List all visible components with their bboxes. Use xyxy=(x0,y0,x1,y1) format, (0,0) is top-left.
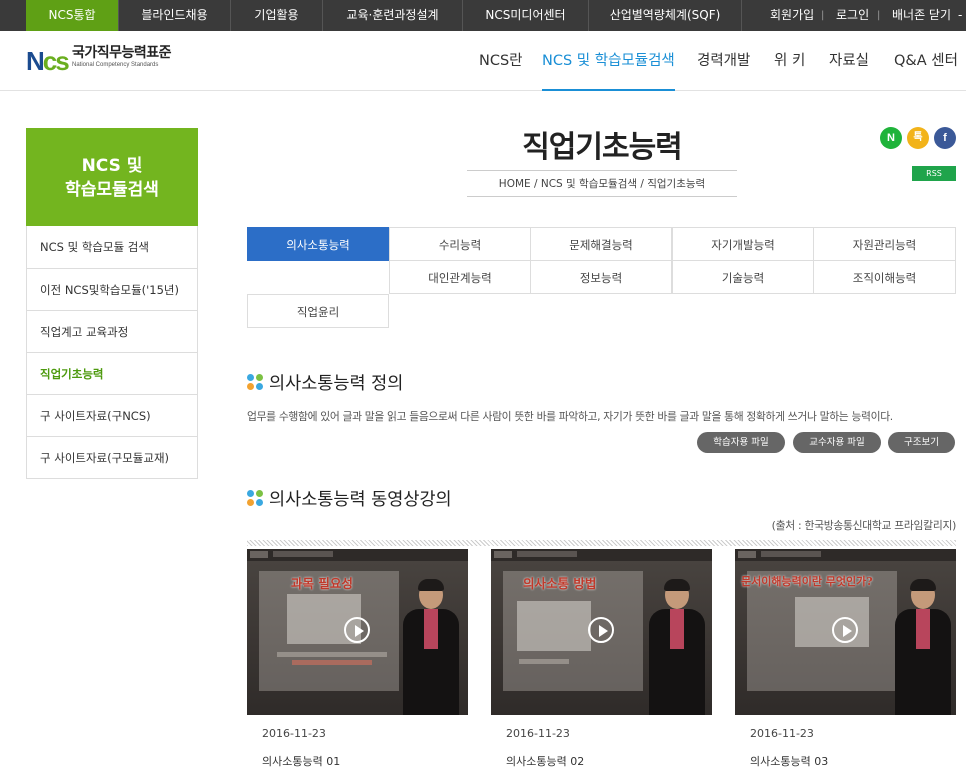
instructor-file-button[interactable]: 교수자용 파일 xyxy=(793,432,881,453)
definition-heading: 의사소통능력 정의 xyxy=(269,374,404,394)
tab-information[interactable]: 정보능력 xyxy=(530,260,672,294)
play-icon[interactable] xyxy=(344,617,370,643)
site-header: Ncs 국가직무능력표준 National Competency Standar… xyxy=(0,31,966,91)
sidebar-item-ncs-search[interactable]: NCS 및 학습모듈 검색 xyxy=(27,226,197,268)
topbar-tab-education-design[interactable]: 교육·훈련과정설계 xyxy=(322,0,462,31)
section-bullet-icon xyxy=(247,490,263,506)
video-thumbnail[interactable]: 의사소통 방법 xyxy=(491,549,712,715)
topbar-tab-ncs[interactable]: NCS통합 xyxy=(26,0,118,31)
close-banner-link[interactable]: 배너존 닫기 xyxy=(892,0,951,31)
topbar-tab-corporate-use[interactable]: 기업활용 xyxy=(230,0,322,31)
nav-ncs-search[interactable]: NCS 및 학습모듈검색 xyxy=(542,31,675,91)
sidebar-item-old-module[interactable]: 구 사이트자료(구모듈교재) xyxy=(27,436,197,478)
slide-title: 문서이해능력이란 무엇인가? xyxy=(741,575,873,588)
nav-qna-center[interactable]: Q&A 센터 xyxy=(894,31,958,91)
logo-mark: Ncs xyxy=(26,46,70,76)
play-icon[interactable] xyxy=(588,617,614,643)
lecturer-figure xyxy=(895,579,951,715)
login-link[interactable]: 로그인 xyxy=(836,0,869,31)
tab-organization[interactable]: 조직이해능력 xyxy=(813,260,956,294)
topbar-tab-blind-hiring[interactable]: 블라인드채용 xyxy=(118,0,230,31)
topbar-tab-media-center[interactable]: NCS미디어센터 xyxy=(462,0,588,31)
video-card[interactable]: 과목 필요성 2016-11-23 의사소통능력 01 xyxy=(247,549,468,768)
video-title[interactable]: 의사소통능력 02 xyxy=(506,753,584,769)
slide-title: 의사소통 방법 xyxy=(523,576,597,591)
lecturer-figure xyxy=(403,579,459,715)
tab-technical[interactable]: 기술능력 xyxy=(672,260,814,294)
topbar-tab-sqf[interactable]: 산업별역량체계(SQF) xyxy=(588,0,742,31)
nav-career-development[interactable]: 경력개발 xyxy=(697,31,750,91)
tab-resource-management[interactable]: 자원관리능력 xyxy=(813,227,956,261)
sidebar-item-previous-ncs[interactable]: 이전 NCS및학습모듈('15년) xyxy=(27,268,197,310)
sidebar-item-old-ncs[interactable]: 구 사이트자료(구NCS) xyxy=(27,394,197,436)
video-date: 2016-11-23 xyxy=(262,727,326,740)
close-banner-suffix: - xyxy=(958,8,963,22)
video-thumbnail[interactable]: 과목 필요성 xyxy=(247,549,468,715)
video-title[interactable]: 의사소통능력 01 xyxy=(262,753,340,769)
definition-text: 업무를 수행함에 있어 글과 말을 읽고 들음으로써 다른 사람이 뜻한 바를 … xyxy=(247,410,893,423)
slide-title: 과목 필요성 xyxy=(291,576,353,591)
sidebar-heading: NCS 및 학습모듈검색 xyxy=(26,128,198,226)
breadcrumb: HOME / NCS 및 학습모듈검색 / 직업기초능력 xyxy=(498,178,706,190)
video-date: 2016-11-23 xyxy=(506,727,570,740)
section-bullet-icon xyxy=(247,374,263,390)
topbar-separator: | xyxy=(821,10,825,21)
tab-interpersonal[interactable]: 대인관계능력 xyxy=(389,260,531,294)
topbar-separator: | xyxy=(877,10,881,21)
section-divider xyxy=(247,540,956,546)
video-date: 2016-11-23 xyxy=(750,727,814,740)
sidebar-menu: NCS 및 학습모듈 검색 이전 NCS및학습모듈('15년) 직업계고 교육과… xyxy=(26,226,198,479)
play-icon[interactable] xyxy=(832,617,858,643)
nav-wiki[interactable]: 위 키 xyxy=(774,31,805,91)
title-divider xyxy=(467,196,737,197)
rss-button[interactable]: RSS xyxy=(912,166,956,181)
nav-library[interactable]: 자료실 xyxy=(829,31,869,91)
video-source: (출처 : 한국방송통신대학교 프라임칼리지) xyxy=(771,519,957,532)
video-title[interactable]: 의사소통능력 03 xyxy=(750,753,828,769)
tab-math[interactable]: 수리능력 xyxy=(389,227,531,261)
tab-communication[interactable]: 의사소통능력 xyxy=(247,227,389,261)
title-divider xyxy=(467,170,737,171)
sidebar-item-basic-competency[interactable]: 직업기초능력 xyxy=(27,352,197,394)
video-card[interactable]: 문서이해능력이란 무엇인가? 2016-11-23 의사소통능력 03 xyxy=(735,549,956,768)
tab-self-development[interactable]: 자기개발능력 xyxy=(672,227,814,261)
signup-link[interactable]: 회원가입 xyxy=(770,0,814,31)
kakaotalk-share-icon[interactable]: 톡 xyxy=(907,127,929,149)
facebook-share-icon[interactable]: f xyxy=(934,127,956,149)
tab-work-ethics[interactable]: 직업윤리 xyxy=(247,294,389,328)
structure-view-button[interactable]: 구조보기 xyxy=(888,432,955,453)
logo-subtitle: National Competency Standards xyxy=(72,62,159,68)
tab-problem-solving[interactable]: 문제해결능력 xyxy=(530,227,672,261)
sidebar-item-vocational-curriculum[interactable]: 직업계고 교육과정 xyxy=(27,310,197,352)
video-thumbnail[interactable]: 문서이해능력이란 무엇인가? xyxy=(735,549,956,715)
video-heading: 의사소통능력 동영상강의 xyxy=(269,490,452,510)
page-title: 직업기초능력 xyxy=(522,130,683,165)
video-card[interactable]: 의사소통 방법 2016-11-23 의사소통능력 02 xyxy=(491,549,712,768)
lecturer-figure xyxy=(649,579,705,715)
nav-about-ncs[interactable]: NCS란 xyxy=(479,31,523,91)
learner-file-button[interactable]: 학습자용 파일 xyxy=(697,432,785,453)
naver-share-icon[interactable]: N xyxy=(880,127,902,149)
top-utility-bar: NCS통합 블라인드채용 기업활용 교육·훈련과정설계 NCS미디어센터 산업별… xyxy=(0,0,966,31)
logo-title: 국가직무능력표준 xyxy=(72,45,172,61)
